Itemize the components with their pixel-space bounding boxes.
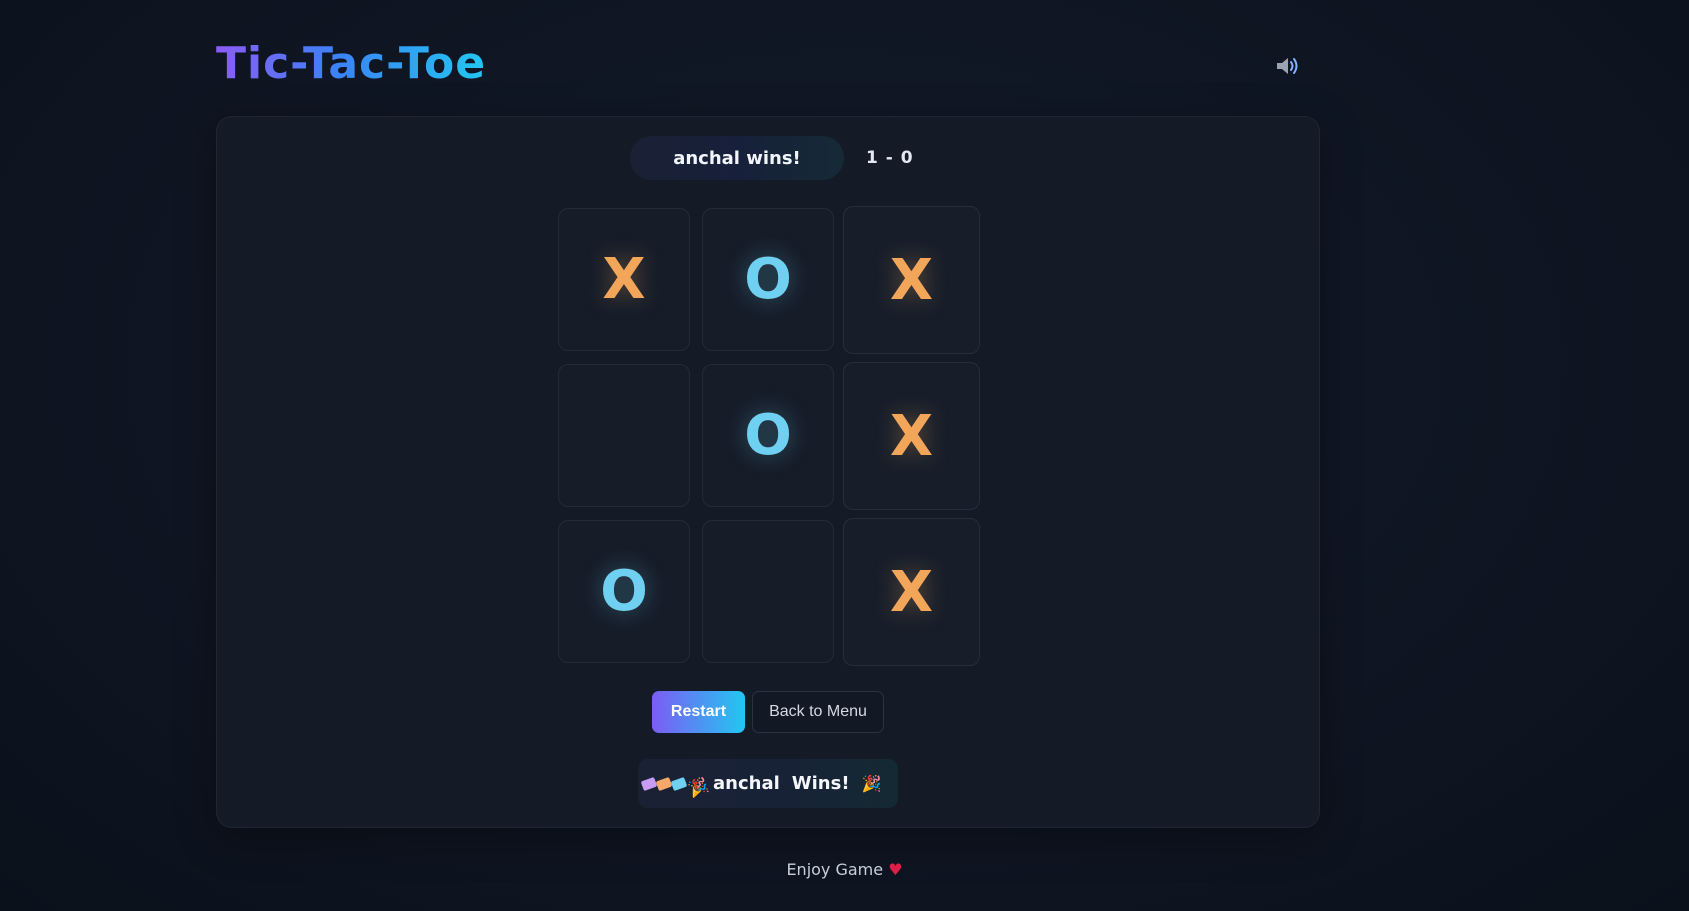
cell-mark: X — [889, 403, 934, 469]
board-cell-3[interactable]: X — [843, 206, 980, 354]
winner-result: Wins! — [791, 773, 850, 794]
cell-mark: X — [889, 559, 934, 625]
board-cell-7[interactable]: O — [558, 520, 690, 663]
status-message: anchal wins! — [630, 136, 844, 180]
winner-name: anchal — [713, 773, 780, 794]
board-cell-5[interactable]: O — [702, 364, 834, 507]
board-cell-4[interactable] — [558, 364, 690, 507]
board-cell-6[interactable]: X — [843, 362, 980, 510]
back-to-menu-button[interactable]: Back to Menu — [752, 691, 884, 733]
confetti-icon: 🎉 — [640, 774, 711, 799]
party-popper-icon: 🎉 — [861, 774, 882, 793]
cell-mark: O — [744, 247, 792, 312]
win-banner: 🎉 anchal Wins! 🎉 — [638, 759, 898, 808]
footer-text: Enjoy Game — [786, 860, 884, 879]
footer: Enjoy Game ♥ — [0, 860, 1689, 879]
heart-icon: ♥ — [888, 860, 903, 879]
board-cell-9[interactable]: X — [843, 518, 980, 666]
game-title: Tic-Tac-Toe — [216, 38, 487, 89]
board-cell-2[interactable]: O — [702, 208, 834, 351]
board-cell-8[interactable] — [702, 520, 834, 663]
speaker-volume-icon — [1277, 58, 1298, 74]
score-display: 1 - 0 — [866, 148, 914, 168]
cell-mark: X — [889, 247, 934, 313]
cell-mark: O — [600, 559, 648, 624]
sound-toggle[interactable] — [1275, 55, 1301, 77]
cell-mark: O — [744, 403, 792, 468]
restart-button[interactable]: Restart — [652, 691, 745, 733]
cell-mark: X — [602, 247, 646, 312]
board-cell-1[interactable]: X — [558, 208, 690, 351]
